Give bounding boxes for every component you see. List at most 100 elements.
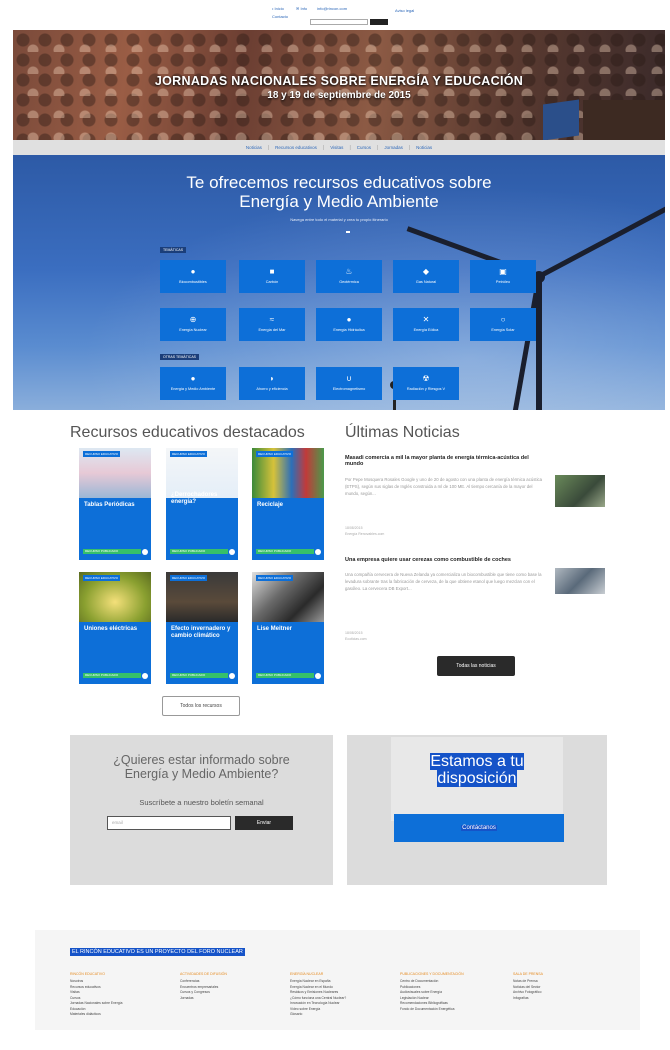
tile-label: Electromagnetismo [332,387,366,391]
resources-intro: Te ofrecemos recursos educativos sobre E… [13,155,665,410]
resource-card[interactable]: RECURSO EDUCATIVO Reciclaje RECURSO PUBL… [252,448,324,560]
contact-title: Estamos a tu disposición [347,753,607,787]
nav-item-cursos[interactable]: Cursos [357,145,371,150]
tile-energia-solar[interactable]: ○ Energía Solar [470,308,536,341]
top-link-legal[interactable]: Aviso legal [395,8,414,13]
resource-card[interactable]: RECURSO EDUCATIVO Uniones eléctricas REC… [79,572,151,684]
resource-card[interactable]: RECURSO EDUCATIVO ¿Derrochadores energía… [166,448,238,560]
tile-radiacion[interactable]: ☢ Radiación y Riesgos V [393,367,459,400]
contact-button-label: Contáctanos [461,825,497,831]
all-news-button[interactable]: Todas las noticias [437,656,515,676]
plus-icon[interactable] [315,673,321,679]
tile-energia-mar[interactable]: ≈ Energía del Mar [239,308,305,341]
news-thumbnail[interactable] [555,475,605,507]
intro-title: Te ofrecemos recursos educativos sobre E… [13,173,665,211]
send-button[interactable]: Enviar [235,816,293,830]
atom-icon: ⊕ [189,315,197,324]
footer-link[interactable]: Jornadas [180,996,260,1002]
resource-title: Efecto invernadero y cambio climático [171,626,231,639]
resource-tag: RECURSO EDUCATIVO [256,451,294,457]
top-link-home[interactable]: • Inicio [272,6,284,11]
tile-biocombustibles[interactable]: ● Biocombustibles [160,260,226,293]
contact-box: Estamos a tu disposición Contáctanos [347,735,607,885]
geothermal-icon: ♨ [345,267,353,276]
news-source: Energía Renovables.com [345,532,385,536]
footer-heading: EL RINCÓN EDUCATIVO ES UN PROYECTO DEL F… [70,948,245,956]
water-drop-icon: ● [346,315,352,324]
flame-icon: ◆ [422,267,430,276]
hero-title: JORNADAS NACIONALES SOBRE ENERGÍA Y EDUC… [154,74,524,88]
top-link-contact[interactable]: Contacto [272,14,288,19]
plus-icon[interactable] [229,673,235,679]
sun-icon: ○ [500,315,506,324]
resource-title: Reciclaje [257,502,284,508]
footer-column-title: PUBLICACIONES Y DOCUMENTACIÓN [400,972,464,976]
footer-link[interactable]: Glosario [290,1012,385,1018]
tile-gas-natural[interactable]: ◆ Gas Natural [393,260,459,293]
footer-column: ENERGÍA NUCLEAR Energía Nuclear en Españ… [290,972,385,1018]
tile-energia-medio-ambiente[interactable]: ● Energía y Medio Ambiente [160,367,226,400]
resource-status-button[interactable]: RECURSO PUBLICADO [83,673,141,678]
resource-card[interactable]: RECURSO EDUCATIVO Tablas Periódicas RECU… [79,448,151,560]
tile-carbon[interactable]: ■ Carbón [239,260,305,293]
top-link-info[interactable]: ✉ Info [296,6,307,11]
nav-item-jornadas[interactable]: Jornadas [384,145,403,150]
hero-banner: JORNADAS NACIONALES SOBRE ENERGÍA Y EDUC… [13,30,665,140]
newsletter-question: ¿Quieres estar informado sobre Energía y… [70,753,333,781]
tile-label: Energía del Mar [258,328,286,332]
nav-item-noticias[interactable]: Noticias [246,145,262,150]
leaf-icon: ● [190,267,196,276]
news-headline[interactable]: Una empresa quiere usar cerezas como com… [345,557,545,563]
resource-card[interactable]: RECURSO EDUCATIVO Efecto invernadero y c… [166,572,238,684]
speaker-desk [583,100,665,140]
plus-icon[interactable] [142,549,148,555]
resource-status-button[interactable]: RECURSO PUBLICADO [256,673,314,678]
news-headline[interactable]: Masadi comercia a mil la mayor planta de… [345,455,545,467]
tile-electromagnetismo[interactable]: ∪ Electromagnetismo [316,367,382,400]
resource-title: Uniones eléctricas [84,626,138,632]
tile-petroleo[interactable]: ▣ Petróleo [470,260,536,293]
footer-column-title: ACTIVIDADES DE DIFUSIÓN [180,972,227,976]
tile-energia-nuclear[interactable]: ⊕ Energía Nuclear [160,308,226,341]
all-resources-button[interactable]: Todos los recursos [162,696,240,716]
footer-link[interactable]: Infografías [513,996,593,1002]
tile-label: Energía Nuclear [179,328,207,332]
bulb-icon: ● [190,374,196,383]
plus-icon[interactable] [229,549,235,555]
truck-icon: ■ [269,267,275,276]
contact-button[interactable]: Contáctanos [394,814,564,842]
footer-link[interactable]: Materiales didácticos [70,1012,150,1018]
top-link-mail[interactable]: info@rincon.com [317,6,347,11]
footer-column: SALA DE PRENSA Notas de Prensa Noticias … [513,972,593,1001]
email-field[interactable]: email [107,816,231,830]
news-excerpt: Por Pepe Mosquera Rosales Google y uno d… [345,477,543,496]
plus-icon[interactable] [315,549,321,555]
resource-title: Tablas Periódicas [84,502,135,508]
tile-label: Energía Eólica [413,328,439,332]
tile-ahorro-eficiencia[interactable]: ◗ Ahorro y eficiencia [239,367,305,400]
tile-label: Carbón [265,280,279,284]
resource-status-button[interactable]: RECURSO PUBLICADO [170,673,228,678]
nav-item-visitas[interactable]: Visitas [330,145,343,150]
tile-label: Biocombustibles [179,280,207,284]
nav-item-recursos[interactable]: Recursos educativos [275,145,317,150]
resource-status-button[interactable]: RECURSO PUBLICADO [83,549,141,554]
resource-card[interactable]: RECURSO EDUCATIVO Lise Meitner RECURSO P… [252,572,324,684]
news-source: Ecoticias.com [345,637,367,641]
resource-status-button[interactable]: RECURSO PUBLICADO [170,549,228,554]
news-thumbnail[interactable] [555,568,605,594]
footer-link[interactable]: Fondo de Documentación Energética [400,1007,495,1013]
footer-column: ACTIVIDADES DE DIFUSIÓN Conferencias Enc… [180,972,260,1001]
plus-icon[interactable] [142,673,148,679]
tile-geotermica[interactable]: ♨ Geotérmica [316,260,382,293]
search-input[interactable] [310,19,368,25]
nav-item-noticias-2[interactable]: Noticias [416,145,432,150]
resource-status-button[interactable]: RECURSO PUBLICADO [256,549,314,554]
search-button[interactable] [370,19,388,25]
magnet-icon: ∪ [346,374,352,383]
tile-energia-hidraulica[interactable]: ● Energía Hidráulica [316,308,382,341]
footer-column-title: SALA DE PRENSA [513,972,543,976]
tile-energia-eolica[interactable]: ✕ Energía Eólica [393,308,459,341]
tile-label: Petróleo [495,280,511,284]
resource-tag: RECURSO EDUCATIVO [170,575,208,581]
